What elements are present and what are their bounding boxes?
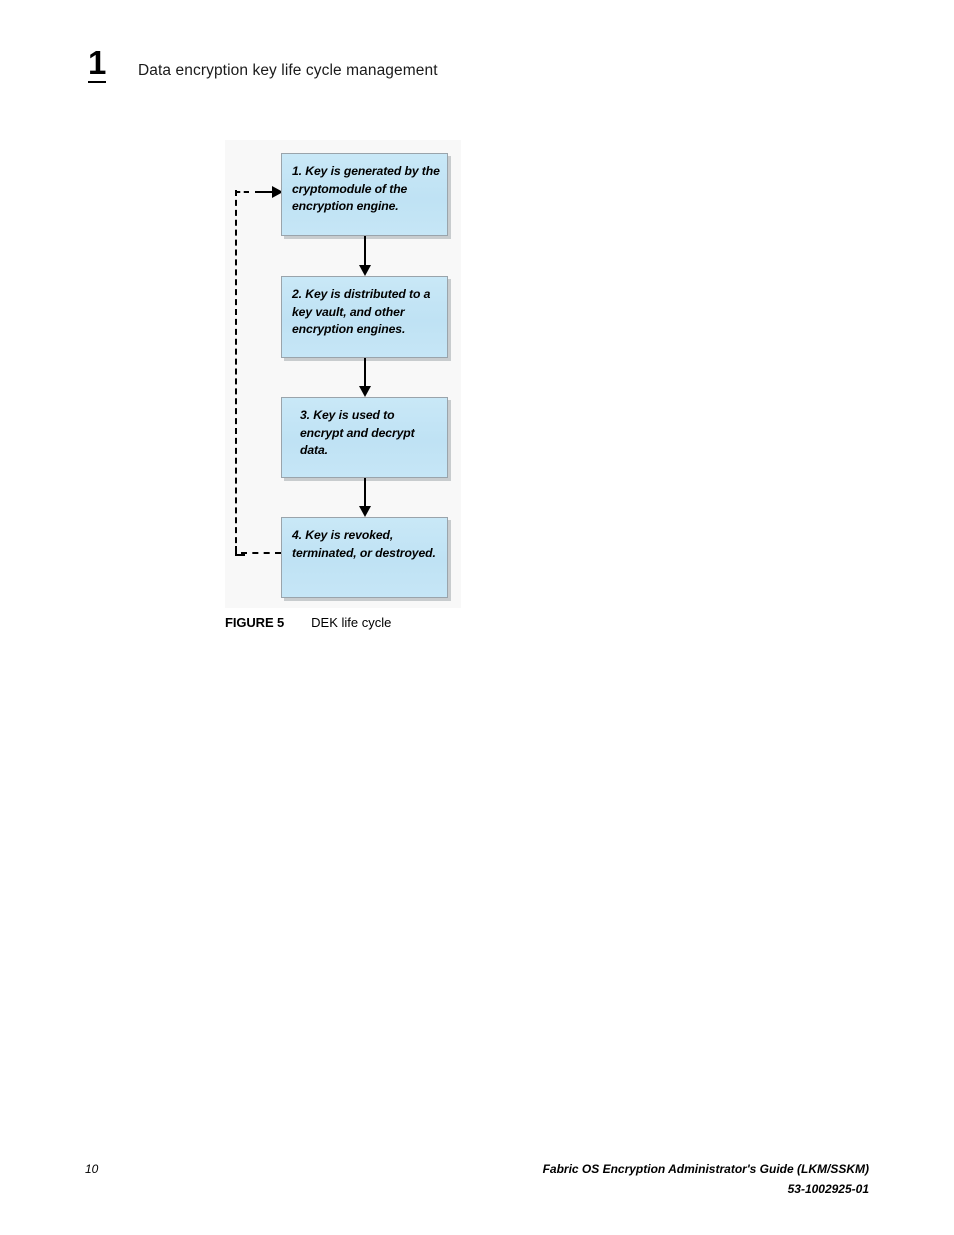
connector-arrow-2-3-icon bbox=[358, 358, 372, 397]
page-footer: 10 Fabric OS Encryption Administrator's … bbox=[0, 1158, 954, 1208]
loop-corner-bottom-left bbox=[235, 546, 245, 556]
flow-box-step-2: 2. Key is distributed to a key vault, an… bbox=[281, 276, 448, 358]
figure-caption: FIGURE 5 DEK life cycle bbox=[225, 614, 391, 632]
loop-line-horizontal-bottom bbox=[241, 552, 281, 554]
page-title: Data encryption key life cycle managemen… bbox=[138, 62, 438, 79]
connector-arrow-1-2-icon bbox=[358, 236, 372, 276]
connector-arrow-3-4-icon bbox=[358, 478, 372, 517]
flow-box-step-3: 3. Key is used to encrypt and decrypt da… bbox=[281, 397, 448, 478]
flow-box-step-1-text: 1. Key is generated by the cryptomodule … bbox=[292, 164, 440, 213]
figure-block: 1. Key is generated by the cryptomodule … bbox=[225, 140, 461, 608]
footer-guide-title: Fabric OS Encryption Administrator's Gui… bbox=[542, 1162, 869, 1176]
flow-box-step-4: 4. Key is revoked, terminated, or destro… bbox=[281, 517, 448, 598]
entry-arrow-icon bbox=[255, 186, 283, 198]
figure-caption-title: DEK life cycle bbox=[311, 615, 392, 630]
page-header: 1 Data encryption key life cycle managem… bbox=[88, 46, 888, 96]
dek-life-cycle-diagram: 1. Key is generated by the cryptomodule … bbox=[225, 140, 461, 608]
figure-caption-label: FIGURE 5 bbox=[225, 615, 285, 630]
footer-document-number: 53-1002925-01 bbox=[787, 1182, 869, 1196]
loop-line-horizontal-top bbox=[235, 191, 249, 193]
flow-box-step-2-text: 2. Key is distributed to a key vault, an… bbox=[292, 287, 431, 336]
flow-box-step-4-text: 4. Key is revoked, terminated, or destro… bbox=[292, 528, 436, 560]
footer-page-number: 10 bbox=[85, 1162, 99, 1176]
chapter-number: 1 bbox=[88, 44, 106, 83]
loop-line-vertical bbox=[235, 190, 237, 553]
flow-box-step-3-text: 3. Key is used to encrypt and decrypt da… bbox=[300, 408, 415, 457]
flow-box-step-1: 1. Key is generated by the cryptomodule … bbox=[281, 153, 448, 236]
